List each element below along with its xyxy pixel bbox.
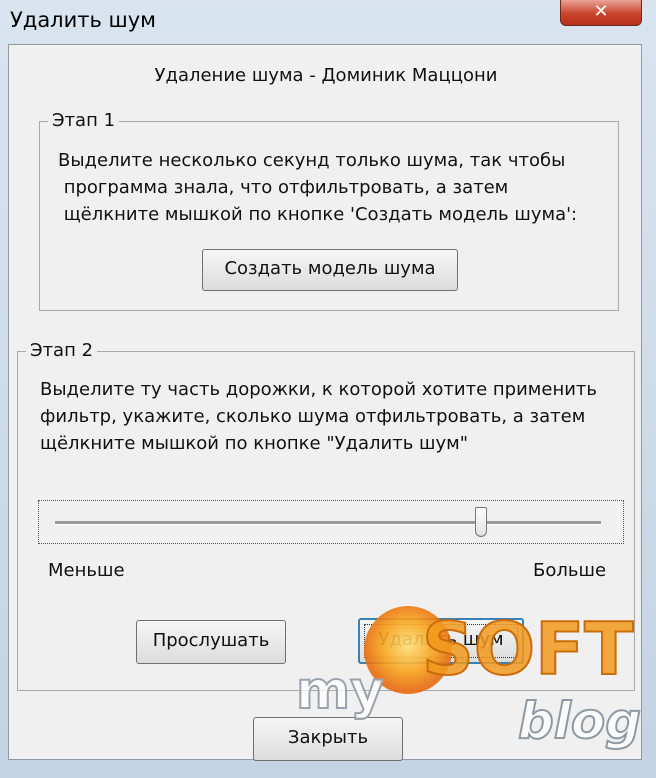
less-label: Меньше [48,560,125,581]
more-label: Больше [533,560,607,581]
remove-noise-dialog: Удалить шум ✕ Удаление шума - Доминик Ма… [0,0,656,778]
create-noise-model-button[interactable]: Создать модель шума [202,249,458,291]
close-window-button[interactable]: ✕ [560,0,642,26]
step1-legend: Этап 1 [48,110,120,131]
dialog-heading: Удаление шума - Доминик Маццони [154,65,498,86]
focus-indicator [364,624,518,658]
close-icon: ✕ [593,1,609,22]
step2-group: Этап 2 Выделите ту часть дорожки, к кото… [17,340,635,691]
title-bar[interactable]: Удалить шум ✕ [0,0,656,44]
remove-noise-button[interactable]: Удалить шум [358,618,524,664]
step2-instructions: Выделите ту часть дорожки, к которой хот… [40,379,597,454]
step2-legend: Этап 2 [26,340,98,361]
step1-group: Этап 1 Выделите несколько секунд только … [39,110,619,311]
noise-amount-slider[interactable] [38,500,624,544]
preview-button[interactable]: Прослушать [136,620,286,664]
step1-instructions: Выделите несколько секунд только шума, т… [58,150,578,225]
window-title: Удалить шум [10,8,157,32]
dialog-client-area: Удаление шума - Доминик Маццони Этап 1 В… [8,44,642,761]
slider-thumb[interactable] [474,507,487,537]
slider-track [55,521,601,525]
close-button[interactable]: Закрыть [253,717,403,761]
